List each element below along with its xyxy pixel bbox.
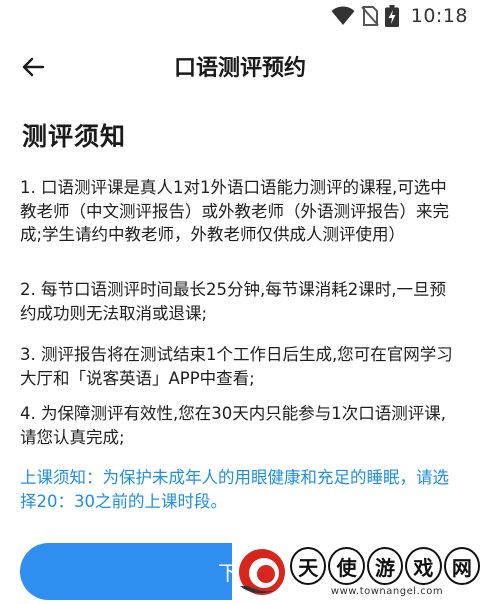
app-bar: 口语测评预约 <box>0 38 480 94</box>
class-notice: 上课须知：为保护未成年人的用眼健康和充足的睡眠，请选择20：30之前的上课时段。 <box>20 468 449 511</box>
status-time: 10:18 <box>410 5 468 27</box>
watermark-text: 天 使 游 戏 网 <box>289 546 480 586</box>
watermark: 天 使 游 戏 网 www.townangel.com <box>232 540 480 604</box>
no-sim-icon <box>360 6 379 26</box>
watermark-char: 戏 <box>405 547 442 585</box>
section-title: 测评须知 <box>22 122 127 151</box>
rule-item-2: 2. 每节口语测评时间最长25分钟,每节课消耗2课时,一旦预约成功则无法取消或退… <box>20 280 446 323</box>
watermark-char: 使 <box>328 547 365 585</box>
watermark-char: 网 <box>443 547 480 585</box>
angel-logo-icon <box>239 549 285 595</box>
rule-item-4: 4. 为保障测评有效性,您在30天内只能参与1次口语测评课,请您认真完成; <box>20 404 446 447</box>
status-icons: 10:18 <box>331 4 468 28</box>
watermark-url: www.townangel.com <box>330 586 444 597</box>
page-title: 口语测评预约 <box>173 56 306 81</box>
rule-item-3: 3. 测评报告将在测试结束1个工作日后生成,您可在官网学习大厅和「说客英语」AP… <box>20 345 453 388</box>
watermark-char: 游 <box>366 547 404 585</box>
wifi-icon <box>331 6 355 25</box>
status-bar: 10:18 <box>0 0 480 32</box>
rule-item-1: 1. 口语测评课是真人1对1外语口语能力测评的课程,可选中教老师（中文测评报告）… <box>20 178 449 244</box>
battery-charging-icon <box>384 5 399 27</box>
watermark-char: 天 <box>289 547 327 585</box>
